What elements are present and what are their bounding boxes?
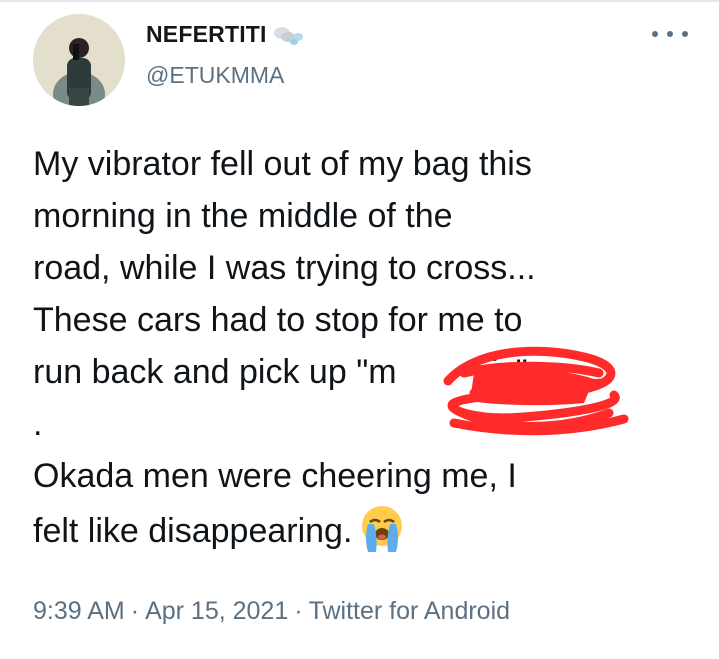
avatar[interactable]: [33, 14, 125, 106]
meta-separator: ·: [130, 597, 140, 625]
loudly-crying-face-emoji-icon: [356, 502, 408, 554]
more-options-button[interactable]: [652, 22, 688, 46]
tweet-line-1: My vibrator fell out of my bag this: [33, 145, 532, 183]
tweet-line-3: road, while I was trying to cross...: [33, 249, 536, 287]
tweet-date[interactable]: Apr 15, 2021: [145, 597, 288, 625]
meta-separator: ·: [294, 597, 303, 625]
more-dots-icon: [652, 31, 658, 37]
tweet-meta: 9:39 AM · Apr 15, 2021 · Twitter for Android: [33, 597, 510, 626]
tweet-line-7: felt like disappearing.: [33, 502, 703, 557]
author-handle[interactable]: @ETUKMMA: [146, 62, 284, 89]
tweet-line-5-start: run back and pick up ": [33, 353, 369, 391]
display-name-text: NEFERTITI: [146, 21, 267, 47]
profile-photo-icon: [33, 14, 125, 106]
tweet-source[interactable]: Twitter for Android: [309, 597, 510, 625]
top-divider: [0, 0, 719, 2]
display-name[interactable]: NEFERTITI: [146, 21, 305, 48]
tweet-time[interactable]: 9:39 AM: [33, 597, 125, 625]
tweet-line-2: morning in the middle of the: [33, 197, 453, 235]
tweet-line-7-text: felt like disappearing.: [33, 512, 353, 550]
tweet-line-6: Okada men were cheering me, I: [33, 457, 517, 495]
tweet-line-5-end: ".: [515, 353, 538, 391]
more-dots-icon: [667, 31, 673, 37]
dash-emoji-icon: [271, 23, 305, 47]
redacted-word: m is: [368, 353, 516, 391]
tweet-text: My vibrator fell out of my bag this morn…: [33, 138, 703, 557]
more-dots-icon: [682, 31, 688, 37]
tweet-line-dot: .: [33, 405, 43, 443]
tweet-line-4: These cars had to stop for me to: [33, 301, 523, 339]
tweet-line-5: run back and pick up "m is".: [33, 346, 703, 398]
